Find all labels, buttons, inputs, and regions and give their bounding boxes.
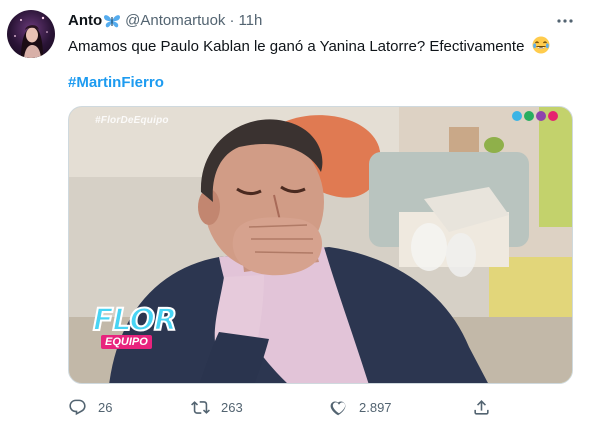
- channel-logo-icon: [512, 111, 558, 121]
- show-logo-main: FLOR: [92, 303, 178, 338]
- butterfly-emoji-icon: [103, 13, 121, 29]
- reply-count: 26: [98, 399, 113, 415]
- share-button[interactable]: [472, 396, 502, 418]
- like-count: 2.897: [359, 399, 392, 415]
- show-logo: FLOR EQUIPO: [92, 304, 178, 367]
- retweet-icon: [191, 400, 210, 414]
- like-icon: [330, 400, 346, 415]
- more-options-icon[interactable]: [553, 12, 577, 30]
- display-name[interactable]: Anto: [68, 12, 102, 30]
- tweet-body: Amamos que Paulo Kablan le ganó a Yanina…: [68, 38, 525, 55]
- reply-icon: [69, 399, 86, 415]
- user-handle[interactable]: @Antomartuok: [125, 12, 225, 30]
- separator-dot: ·: [229, 12, 235, 29]
- hashtag-link[interactable]: #MartinFierro: [68, 73, 164, 93]
- media-watermark: #FlorDeEquipo: [95, 115, 169, 126]
- like-button[interactable]: 2.897: [329, 396, 392, 418]
- share-icon: [474, 399, 489, 415]
- reply-button[interactable]: 26: [68, 396, 112, 418]
- tweet-text: Amamos que Paulo Kablan le ganó a Yanina…: [68, 36, 573, 57]
- tweet-card[interactable]: Anto @Antomartuok · 11h Amamos que Paulo…: [0, 0, 589, 441]
- show-logo-sub: EQUIPO: [101, 335, 152, 349]
- retweet-button[interactable]: 263: [191, 396, 243, 418]
- retweet-count: 263: [221, 399, 243, 415]
- tweet-timestamp[interactable]: 11h: [238, 12, 262, 30]
- laughing-emoji-icon: [532, 36, 550, 54]
- tweet-header: Anto @Antomartuok · 11h: [68, 12, 262, 30]
- avatar[interactable]: [7, 10, 55, 58]
- tweet-media-image[interactable]: #FlorDeEquipo FLOR EQUIPO: [68, 106, 573, 384]
- tweet-actions: 26 263 2.897: [68, 396, 498, 418]
